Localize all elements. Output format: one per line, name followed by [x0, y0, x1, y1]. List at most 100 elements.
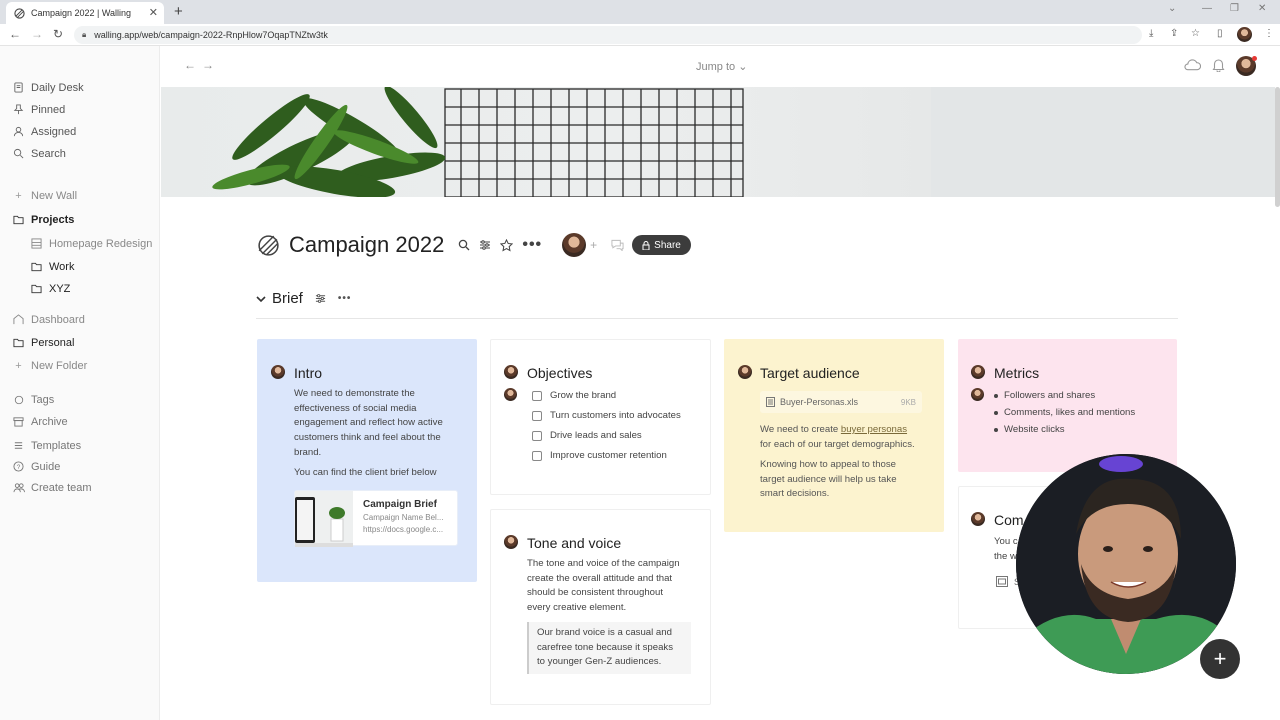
- card-title: Target audience: [760, 365, 860, 381]
- file-attachment[interactable]: Buyer-Personas.xls 9KB: [760, 391, 922, 413]
- sidebar-item-dashboard[interactable]: Dashboard: [12, 313, 85, 326]
- sidebar-item-label: Guide: [31, 460, 61, 473]
- jump-to-button[interactable]: Jump to ⌄: [696, 60, 747, 73]
- checkbox[interactable]: [532, 450, 542, 461]
- close-icon[interactable]: ✕: [149, 6, 158, 19]
- bookmark-star-icon[interactable]: ☆: [1191, 28, 1200, 39]
- checkbox[interactable]: [532, 410, 542, 421]
- checklist-item[interactable]: Turn customers into advocates: [532, 410, 681, 421]
- sidebar-item-archive[interactable]: Archive: [12, 415, 68, 428]
- sidebar-item-daily-desk[interactable]: Daily Desk: [12, 81, 84, 94]
- sidebar-item-label: Dashboard: [31, 313, 85, 326]
- install-icon[interactable]: ⤓: [1149, 28, 1153, 39]
- more-options-icon[interactable]: •••: [338, 293, 352, 304]
- lock-icon: 🔒︎: [82, 30, 87, 39]
- main-topbar: ← → Jump to ⌄: [160, 46, 1280, 87]
- divider: [256, 318, 1178, 319]
- forward-arrow-icon[interactable]: →: [202, 58, 214, 72]
- sidebar-item-search[interactable]: Search: [12, 147, 66, 160]
- plus-icon: +: [15, 189, 22, 202]
- search-icon[interactable]: [458, 239, 470, 251]
- card-text: Knowing how to appeal to those target au…: [760, 459, 897, 500]
- sidebar-item-assigned[interactable]: Assigned: [12, 125, 76, 138]
- cloud-sync-icon[interactable]: [1184, 59, 1201, 71]
- close-window-icon[interactable]: ✕: [1258, 3, 1266, 14]
- folder-icon: [12, 336, 25, 349]
- chevron-down-icon: ⌄: [738, 61, 748, 73]
- sidebar-item-tags[interactable]: Tags: [12, 393, 54, 406]
- menu-dots-icon[interactable]: ⋮: [1264, 28, 1274, 39]
- notification-dot: [1252, 56, 1257, 61]
- more-options-icon[interactable]: •••: [522, 236, 542, 254]
- filter-sliders-icon[interactable]: [315, 293, 326, 304]
- card-title: Metrics: [994, 365, 1040, 381]
- bell-icon[interactable]: [1212, 58, 1225, 72]
- sidebar-item-work[interactable]: Work: [30, 260, 74, 273]
- filter-sliders-icon[interactable]: [479, 239, 491, 251]
- metrics-card[interactable]: [958, 339, 1177, 472]
- walling-logo-icon: [14, 7, 25, 19]
- card-title: Intro: [294, 365, 323, 381]
- sidebar-item-homepage-redesign[interactable]: Homepage Redesign: [30, 237, 152, 250]
- url-input[interactable]: 🔒︎ walling.app/web/campaign-2022-RnpHlow…: [74, 26, 1142, 44]
- star-icon[interactable]: [500, 238, 514, 252]
- new-folder-button[interactable]: + New Folder: [12, 359, 87, 372]
- chevron-down-icon[interactable]: [256, 295, 266, 303]
- checkbox[interactable]: [532, 390, 542, 401]
- sidebar-item-label: Create team: [31, 481, 92, 494]
- sidebar-item-label: Assigned: [31, 125, 77, 138]
- author-avatar: [971, 512, 985, 526]
- sidebar-item-xyz[interactable]: XYZ: [30, 282, 70, 295]
- sidebar-item-label: Archive: [31, 415, 68, 428]
- author-avatar: [504, 535, 518, 549]
- card-text: You c the w: [994, 536, 1018, 562]
- sidebar-item-templates[interactable]: Templates: [12, 439, 81, 452]
- checklist-item[interactable]: Improve customer retention: [532, 450, 667, 461]
- page-scrollbar[interactable]: [1275, 87, 1280, 207]
- webcam-overlay: [1016, 454, 1236, 674]
- templates-icon: [12, 439, 25, 452]
- pin-icon: [12, 103, 25, 116]
- sidebar-item-create-team[interactable]: Create team: [12, 481, 92, 494]
- back-icon[interactable]: ←: [9, 27, 21, 41]
- share-page-icon[interactable]: ⇪: [1170, 28, 1178, 39]
- sidebar-item-personal[interactable]: Personal: [12, 336, 74, 349]
- restore-icon[interactable]: ❐: [1230, 3, 1239, 14]
- checkbox[interactable]: [532, 430, 542, 441]
- campaign-brief-link[interactable]: Campaign Brief Campaign Name Bel... http…: [294, 490, 458, 547]
- checklist-item[interactable]: Grow the brand: [532, 390, 616, 401]
- sidebar-item-guide[interactable]: ? Guide: [12, 460, 60, 473]
- folder-icon: [30, 282, 43, 295]
- link-thumbnail: [295, 491, 353, 547]
- sidebar-item-label: New Folder: [31, 359, 88, 372]
- share-button[interactable]: Share: [632, 235, 691, 255]
- profile-avatar[interactable]: [1237, 27, 1252, 42]
- browser-tab[interactable]: Campaign 2022 | Walling ✕: [6, 2, 164, 24]
- card-text: We need to demonstrate the effectiveness…: [294, 388, 443, 458]
- sidebar-item-label: Pinned: [31, 103, 66, 116]
- folder-icon: [30, 260, 43, 273]
- reload-icon[interactable]: ↻: [53, 27, 63, 41]
- minimize-icon[interactable]: —: [1202, 3, 1212, 14]
- buyer-personas-link[interactable]: buyer personas: [841, 424, 907, 435]
- cover-image[interactable]: [161, 87, 1275, 197]
- back-arrow-icon[interactable]: ←: [184, 58, 196, 72]
- add-item-button[interactable]: +: [1200, 639, 1240, 679]
- forward-icon[interactable]: →: [31, 27, 43, 41]
- sidebar-item-pinned[interactable]: Pinned: [12, 103, 65, 116]
- comments-icon[interactable]: [611, 239, 624, 251]
- chevron-down-icon[interactable]: ⌄: [1168, 3, 1176, 14]
- new-wall-button[interactable]: + New Wall: [12, 189, 77, 202]
- jump-to-label: Jump to: [696, 61, 736, 73]
- author-avatar: [738, 365, 752, 379]
- checklist-item[interactable]: Drive leads and sales: [532, 430, 642, 441]
- sidebar-item-label: Tags: [31, 393, 55, 406]
- member-avatar[interactable]: [562, 233, 587, 257]
- add-member-icon[interactable]: +: [590, 238, 597, 252]
- checklist-label: Improve customer retention: [550, 450, 667, 461]
- list-item: Website clicks: [994, 424, 1065, 435]
- card-text: You can find the client brief below: [294, 467, 437, 478]
- sidebar-item-projects[interactable]: Projects: [12, 213, 74, 226]
- new-tab-icon[interactable]: +: [174, 3, 183, 20]
- sidepanel-icon[interactable]: ▯: [1217, 28, 1223, 39]
